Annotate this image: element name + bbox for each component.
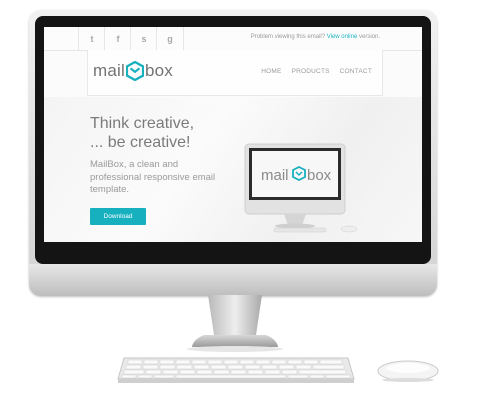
google-plus-icon[interactable]: g	[156, 27, 184, 50]
mailbox-logo[interactable]: mail box	[93, 61, 173, 81]
skype-icon[interactable]: s	[130, 27, 157, 50]
download-button[interactable]: Download	[90, 208, 146, 225]
svg-text:mail: mail	[261, 167, 289, 184]
svg-text:box: box	[307, 167, 332, 184]
view-online-suffix: version.	[357, 34, 380, 40]
view-online-line: Problem viewing this email? View online …	[251, 34, 380, 40]
main-nav: HOME PRODUCTS CONTACT	[261, 68, 382, 75]
headline-line-2: ... be creative!	[90, 134, 191, 151]
headline-line-1: Think creative,	[90, 115, 195, 132]
hero-description: MailBox, a clean and professional respon…	[90, 159, 216, 195]
hero-section: Think creative, ... be creative! MailBox…	[44, 97, 422, 242]
email-header: mail box HOME PRODUCTS CONTACT	[87, 50, 383, 96]
view-online-text: Problem viewing this email?	[250, 34, 327, 40]
logo-text-box: box	[144, 61, 173, 80]
monitor-chin	[29, 264, 437, 296]
email-top-bar: t f s g Problem viewing this email? View…	[44, 27, 422, 51]
keyboard	[117, 357, 355, 383]
logo-text-mail: mail	[93, 61, 125, 80]
mini-monitor-illustration: mail box	[244, 143, 358, 233]
nav-item-products[interactable]: PRODUCTS	[292, 68, 330, 75]
envelope-hexagon-icon	[125, 61, 144, 81]
nav-item-contact[interactable]: CONTACT	[340, 68, 372, 75]
mouse	[377, 360, 439, 382]
monitor-screen: t f s g Problem viewing this email? View…	[44, 27, 422, 242]
view-online-link[interactable]: View online	[327, 34, 358, 40]
monitor-stand	[187, 295, 283, 352]
hero-headline: Think creative, ... be creative!	[90, 114, 194, 152]
facebook-icon[interactable]: f	[104, 27, 131, 50]
twitter-icon[interactable]: t	[78, 27, 105, 50]
nav-item-home[interactable]: HOME	[261, 68, 281, 75]
